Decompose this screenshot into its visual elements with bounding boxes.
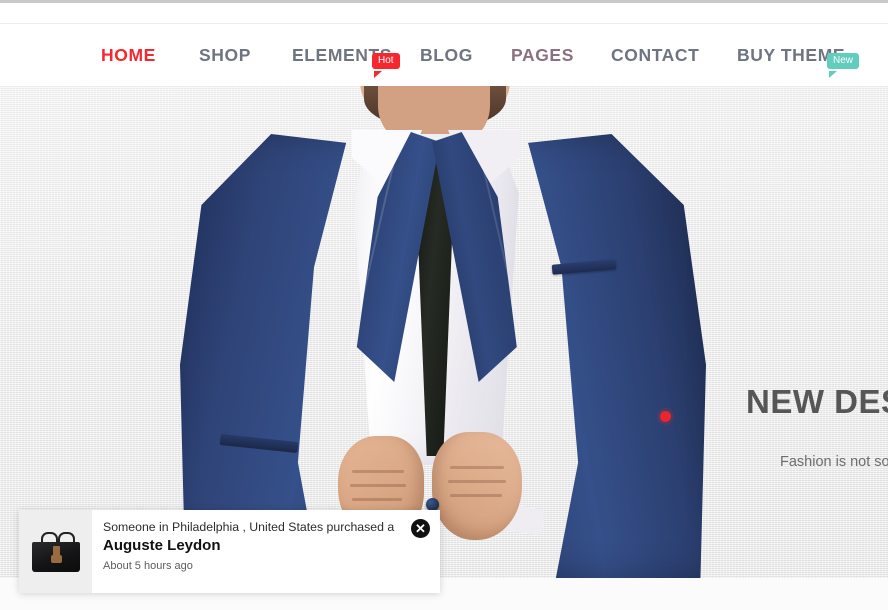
- badge-new-tail: [829, 71, 837, 78]
- notification-product-name[interactable]: Auguste Leydon: [103, 536, 428, 556]
- nav-label-home: HOME: [101, 45, 156, 65]
- model-hand-right: [432, 432, 522, 540]
- hero-subtitle: Fashion is not so: [780, 454, 888, 470]
- badge-hot: Hot: [372, 53, 400, 69]
- nav-label-shop: SHOP: [199, 45, 251, 65]
- finger-line: [352, 470, 404, 473]
- nav-item-shop[interactable]: SHOP: [199, 24, 251, 86]
- finger-line: [352, 498, 402, 501]
- nav-item-home[interactable]: HOME: [101, 24, 156, 86]
- hero-slider[interactable]: NEW DES Fashion is not so: [0, 86, 888, 578]
- nav-label-contact: CONTACT: [611, 45, 700, 65]
- finger-line: [450, 466, 504, 469]
- finger-line: [450, 494, 502, 497]
- notification-message: Someone in Philadelphia , United States …: [103, 520, 395, 534]
- sales-notification-popup[interactable]: Someone in Philadelphia , United States …: [19, 510, 440, 593]
- nav-item-pages[interactable]: PAGES: [511, 24, 574, 86]
- nav-item-contact[interactable]: CONTACT: [611, 24, 699, 86]
- badge-hot-tail: [374, 71, 382, 78]
- top-utility-bar: [0, 3, 888, 24]
- badge-new-label: New: [833, 55, 854, 66]
- badge-hot-label: Hot: [378, 55, 394, 66]
- handbag-tag: [51, 546, 62, 563]
- product-hotspot-icon[interactable]: [660, 411, 671, 422]
- site-header: HOME SHOP ELEMENTS Hot BLOG PAGES CONTAC…: [0, 24, 888, 86]
- browser-page: HOME SHOP ELEMENTS Hot BLOG PAGES CONTAC…: [0, 0, 888, 610]
- notification-body: Someone in Philadelphia , United States …: [92, 510, 440, 593]
- close-icon[interactable]: ✕: [411, 519, 430, 538]
- finger-line: [350, 484, 406, 487]
- nav-label-pages: PAGES: [511, 45, 574, 65]
- main-navigation: HOME SHOP ELEMENTS Hot BLOG PAGES CONTAC…: [0, 24, 888, 86]
- nav-item-blog[interactable]: BLOG: [420, 24, 473, 86]
- handbag-icon: [32, 532, 80, 572]
- badge-new: New: [827, 53, 860, 69]
- finger-line: [448, 480, 506, 483]
- hero-model-image: [160, 86, 720, 578]
- nav-label-blog: BLOG: [420, 45, 473, 65]
- notification-thumbnail: [19, 510, 92, 593]
- notification-timestamp: About 5 hours ago: [103, 560, 193, 572]
- hero-heading: NEW DES: [746, 383, 888, 420]
